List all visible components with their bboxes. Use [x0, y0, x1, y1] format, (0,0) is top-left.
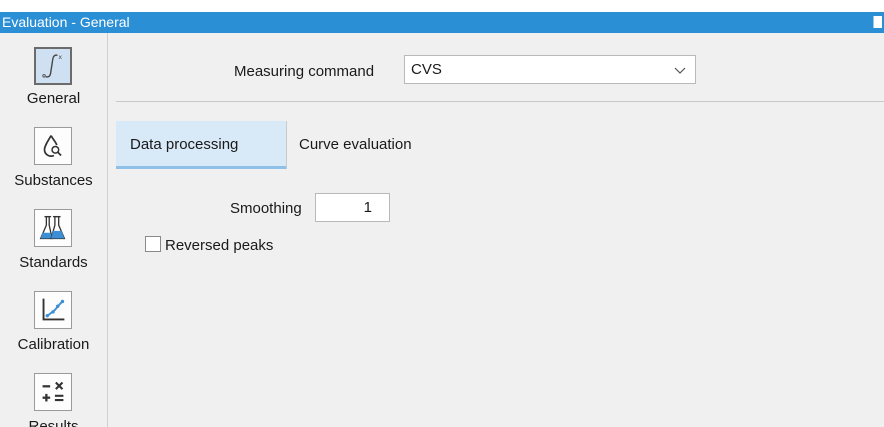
section-divider	[116, 101, 884, 102]
main-panel: Measuring command CVS Data processing Cu…	[108, 33, 884, 427]
active-tab-indicator	[116, 166, 286, 169]
sidebar-item-label: General	[26, 90, 81, 107]
tab-data-processing[interactable]: Data processing	[116, 121, 286, 169]
top-strip	[0, 0, 884, 12]
measuring-command-value: CVS	[411, 61, 442, 78]
measuring-command-select[interactable]: CVS	[404, 55, 696, 84]
sidebar-item-substances[interactable]: Substances	[0, 113, 107, 195]
calibration-curve-icon	[34, 291, 72, 329]
sidebar-item-standards[interactable]: Standards	[0, 195, 107, 277]
sidebar-item-results[interactable]: Results	[0, 359, 107, 427]
tab-label: Curve evaluation	[299, 136, 412, 153]
drop-search-icon	[34, 127, 72, 165]
sidebar-item-calibration[interactable]: Calibration	[0, 277, 107, 359]
measuring-command-label: Measuring command	[234, 63, 375, 80]
sidebar: x General Substances Standards Calibrati…	[0, 33, 108, 427]
smoothing-label: Smoothing	[230, 200, 302, 217]
window-control-button[interactable]	[873, 16, 882, 28]
calculator-icon	[34, 373, 72, 411]
sidebar-item-general[interactable]: x General	[0, 33, 107, 113]
chevron-down-icon	[674, 67, 686, 74]
sidebar-item-label: Calibration	[17, 336, 90, 353]
sidebar-item-label: Substances	[14, 172, 93, 189]
flasks-icon	[34, 209, 72, 247]
smoothing-input[interactable]: 1	[315, 193, 390, 222]
integral-icon: x	[34, 47, 72, 85]
reversed-peaks-label: Reversed peaks	[165, 237, 274, 254]
sidebar-item-label: Standards	[19, 254, 88, 271]
tab-label: Data processing	[130, 136, 239, 153]
tab-curve-evaluation[interactable]: Curve evaluation	[286, 121, 456, 169]
reversed-peaks-checkbox[interactable]	[145, 236, 161, 252]
svg-text:x: x	[58, 54, 62, 61]
window-title: Evaluation - General	[2, 14, 130, 30]
title-bar: Evaluation - General	[0, 12, 884, 33]
sidebar-item-label: Results	[28, 418, 79, 427]
